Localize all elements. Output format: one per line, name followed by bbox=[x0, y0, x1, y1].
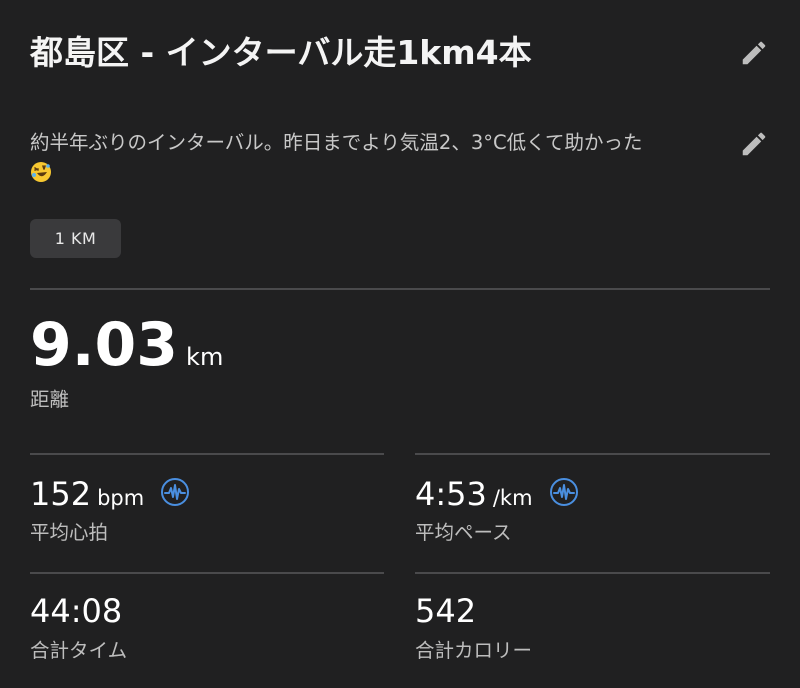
total-calories-value: 542 bbox=[415, 592, 477, 630]
avg-heart-rate-value: 152 bpm bbox=[30, 475, 190, 513]
edit-description-pencil-icon[interactable] bbox=[739, 129, 769, 159]
heart-rate-unit: bpm bbox=[97, 486, 145, 510]
edit-title-pencil-icon[interactable] bbox=[739, 38, 769, 68]
total-time-value: 44:08 bbox=[30, 592, 123, 630]
avg-heart-rate-label: 平均心拍 bbox=[30, 521, 109, 544]
distance-label: 距離 bbox=[30, 388, 70, 411]
activity-tag-chip[interactable]: 1 KM bbox=[30, 219, 121, 258]
heart-rate-number: 152 bbox=[30, 475, 92, 513]
distance-unit: km bbox=[186, 343, 224, 371]
distance-value: 9.03 km bbox=[30, 310, 223, 380]
stat-divider bbox=[30, 453, 384, 455]
pace-pulse-icon[interactable] bbox=[549, 477, 579, 507]
total-time-label: 合計タイム bbox=[30, 639, 128, 662]
heart-rate-pulse-icon[interactable] bbox=[160, 477, 190, 507]
stat-divider bbox=[415, 572, 770, 574]
rolling-on-floor-laughing-emoji-icon bbox=[30, 161, 52, 183]
distance-number: 9.03 bbox=[30, 310, 179, 380]
description-text: 約半年ぶりのインターバル。昨日までより気温2、3°C低くて助かった bbox=[30, 131, 643, 154]
avg-pace-label: 平均ペース bbox=[415, 521, 512, 544]
total-calories-label: 合計カロリー bbox=[415, 639, 533, 662]
activity-title: 都島区 - インターバル走1km4本 bbox=[30, 33, 532, 72]
activity-description: 約半年ぶりのインターバル。昨日までより気温2、3°C低くて助かった bbox=[30, 128, 720, 188]
pace-number: 4:53 bbox=[415, 475, 487, 513]
pace-unit: /km bbox=[492, 486, 533, 510]
stat-divider bbox=[415, 453, 770, 455]
section-divider bbox=[30, 288, 770, 290]
stat-divider bbox=[30, 572, 384, 574]
avg-pace-value: 4:53/km bbox=[415, 475, 579, 513]
